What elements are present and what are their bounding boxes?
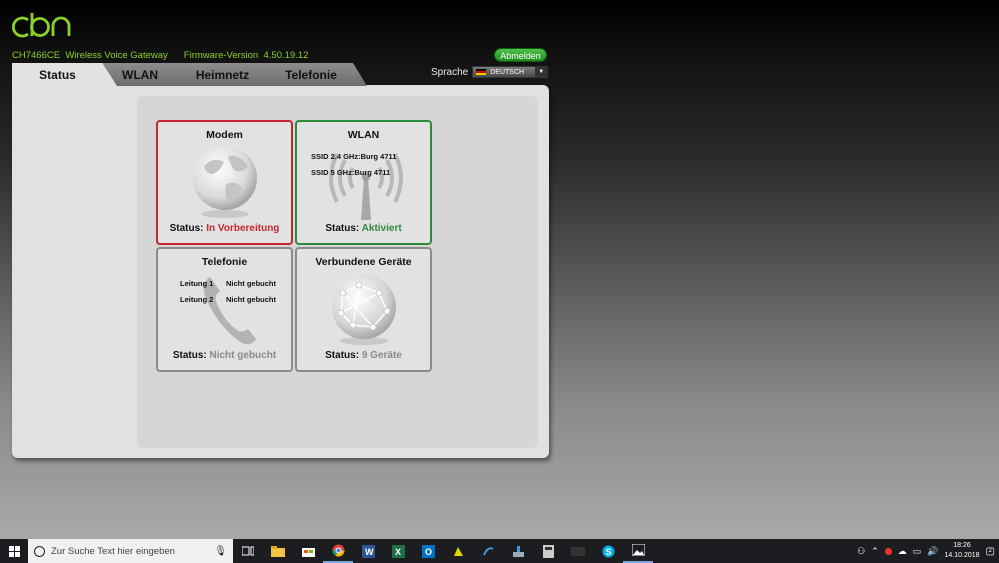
chevron-down-icon: ▼ bbox=[535, 67, 548, 77]
svg-text:X: X bbox=[395, 547, 401, 557]
app-icon-arc[interactable] bbox=[473, 539, 503, 563]
photos-icon[interactable] bbox=[623, 539, 653, 563]
ssid-5-ghz: SSID 5 GHz:Burg 4711 bbox=[311, 168, 391, 177]
notification-count: 2 bbox=[988, 547, 992, 554]
language-value: DEUTSCH bbox=[490, 68, 525, 76]
device-info: CH7466CE Wireless Voice Gateway Firmware… bbox=[12, 50, 308, 61]
telefonie-status-value: Nicht gebucht bbox=[209, 350, 277, 361]
taskbar-search[interactable]: Zur Suche Text hier eingeben 🎙 bbox=[28, 539, 233, 563]
people-icon[interactable]: ⚇ bbox=[857, 546, 865, 557]
tab-status[interactable]: Status bbox=[12, 63, 117, 86]
devices-card-title: Verbundene Geräte bbox=[315, 256, 412, 268]
app-icon-yellow[interactable] bbox=[443, 539, 473, 563]
cbn-logo bbox=[12, 12, 76, 47]
network-globe-icon bbox=[332, 275, 396, 345]
file-explorer-icon[interactable] bbox=[263, 539, 293, 563]
globe-icon bbox=[193, 146, 257, 218]
wlan-status: Status: Aktiviert bbox=[325, 223, 402, 234]
taskbar-search-placeholder: Zur Suche Text hier eingeben bbox=[51, 545, 175, 557]
wlan-card[interactable]: WLAN SSID 2.4 GHz:Burg 4711 SSID 5 GHz:B… bbox=[295, 120, 432, 245]
video-app-icon[interactable] bbox=[563, 539, 593, 563]
task-view-icon[interactable] bbox=[233, 539, 263, 563]
svg-text:O: O bbox=[425, 547, 432, 557]
line2-value: Nicht gebucht bbox=[226, 295, 276, 304]
tab-telefonie[interactable]: Telefonie bbox=[267, 63, 367, 86]
onedrive-icon[interactable]: ☁ bbox=[898, 546, 907, 557]
language-label: Sprache bbox=[431, 66, 469, 78]
main-panel: Modem Status: In Vorbereitung WLAN SSID … bbox=[12, 85, 549, 458]
modem-status: Status: In Vorbereitung bbox=[169, 223, 280, 234]
telefonie-status: Status: Nicht gebucht bbox=[172, 350, 277, 361]
devices-card[interactable]: Verbundene Geräte Status: 9 Geräte bbox=[295, 247, 432, 372]
firmware-label: Firmware-Version bbox=[183, 50, 259, 61]
telefonie-card[interactable]: Telefonie Leitung 1 Nicht gebucht Leitun… bbox=[156, 247, 293, 372]
windows-taskbar: Zur Suche Text hier eingeben 🎙 W X O S ⚇… bbox=[0, 539, 999, 563]
status-dashboard: Modem Status: In Vorbereitung WLAN SSID … bbox=[137, 96, 538, 448]
chrome-icon[interactable] bbox=[323, 539, 353, 563]
svg-text:S: S bbox=[605, 547, 611, 557]
german-flag-icon bbox=[476, 69, 487, 75]
language-selector: Sprache DEUTSCH ▼ bbox=[431, 66, 549, 78]
telefonie-card-title: Telefonie bbox=[201, 256, 248, 268]
main-tabs: Telefonie Heimnetz WLAN Status bbox=[12, 63, 372, 86]
network-icon[interactable]: ▭ bbox=[913, 546, 922, 557]
action-center-icon[interactable]: ▢ 2 bbox=[986, 546, 995, 557]
skype-icon[interactable]: S bbox=[593, 539, 623, 563]
tray-app-icon[interactable] bbox=[884, 547, 892, 555]
svg-text:W: W bbox=[365, 547, 374, 557]
network-app-icon[interactable] bbox=[503, 539, 533, 563]
excel-icon[interactable]: X bbox=[383, 539, 413, 563]
microphone-icon[interactable]: 🎙 bbox=[214, 546, 227, 557]
volume-icon[interactable]: 🔊 bbox=[927, 546, 938, 557]
store-icon[interactable] bbox=[293, 539, 323, 563]
outlook-icon[interactable]: O bbox=[413, 539, 443, 563]
show-hidden-icons[interactable]: ⌃ bbox=[871, 546, 879, 557]
cbn-logo-icon bbox=[12, 13, 71, 38]
devices-status-value: 9 Geräte bbox=[361, 350, 402, 361]
devices-status: Status: 9 Geräte bbox=[325, 350, 402, 361]
modem-card-title: Modem bbox=[206, 129, 243, 141]
line1-label: Leitung 1 bbox=[180, 279, 214, 288]
wlan-card-title: WLAN bbox=[347, 129, 380, 141]
ssid-24-ghz: SSID 2.4 GHz:Burg 4711 bbox=[311, 152, 397, 161]
language-dropdown[interactable]: DEUTSCH ▼ bbox=[472, 66, 549, 78]
model-name: CH7466CE bbox=[12, 50, 61, 61]
start-button[interactable] bbox=[0, 539, 28, 563]
product-name: Wireless Voice Gateway bbox=[65, 50, 168, 61]
modem-status-value: In Vorbereitung bbox=[206, 223, 280, 234]
modem-card[interactable]: Modem Status: In Vorbereitung bbox=[156, 120, 293, 245]
clock-time: 18:26 bbox=[953, 542, 971, 549]
word-icon[interactable]: W bbox=[353, 539, 383, 563]
windows-icon bbox=[8, 545, 20, 557]
calculator-icon[interactable] bbox=[533, 539, 563, 563]
system-tray: ⚇ ⌃ ☁ ▭ 🔊 18:26 14.10.2018 ▢ 2 bbox=[857, 541, 999, 561]
clock[interactable]: 18:26 14.10.2018 bbox=[945, 541, 980, 561]
line2-label: Leitung 2 bbox=[180, 295, 214, 304]
firmware-version: 4.50.19.12 bbox=[263, 50, 309, 61]
line1-value: Nicht gebucht bbox=[226, 279, 276, 288]
wlan-status-value: Aktiviert bbox=[361, 223, 402, 234]
clock-date: 14.10.2018 bbox=[944, 552, 980, 559]
logout-button[interactable]: Abmelden bbox=[494, 48, 547, 62]
cortana-icon bbox=[34, 545, 45, 557]
